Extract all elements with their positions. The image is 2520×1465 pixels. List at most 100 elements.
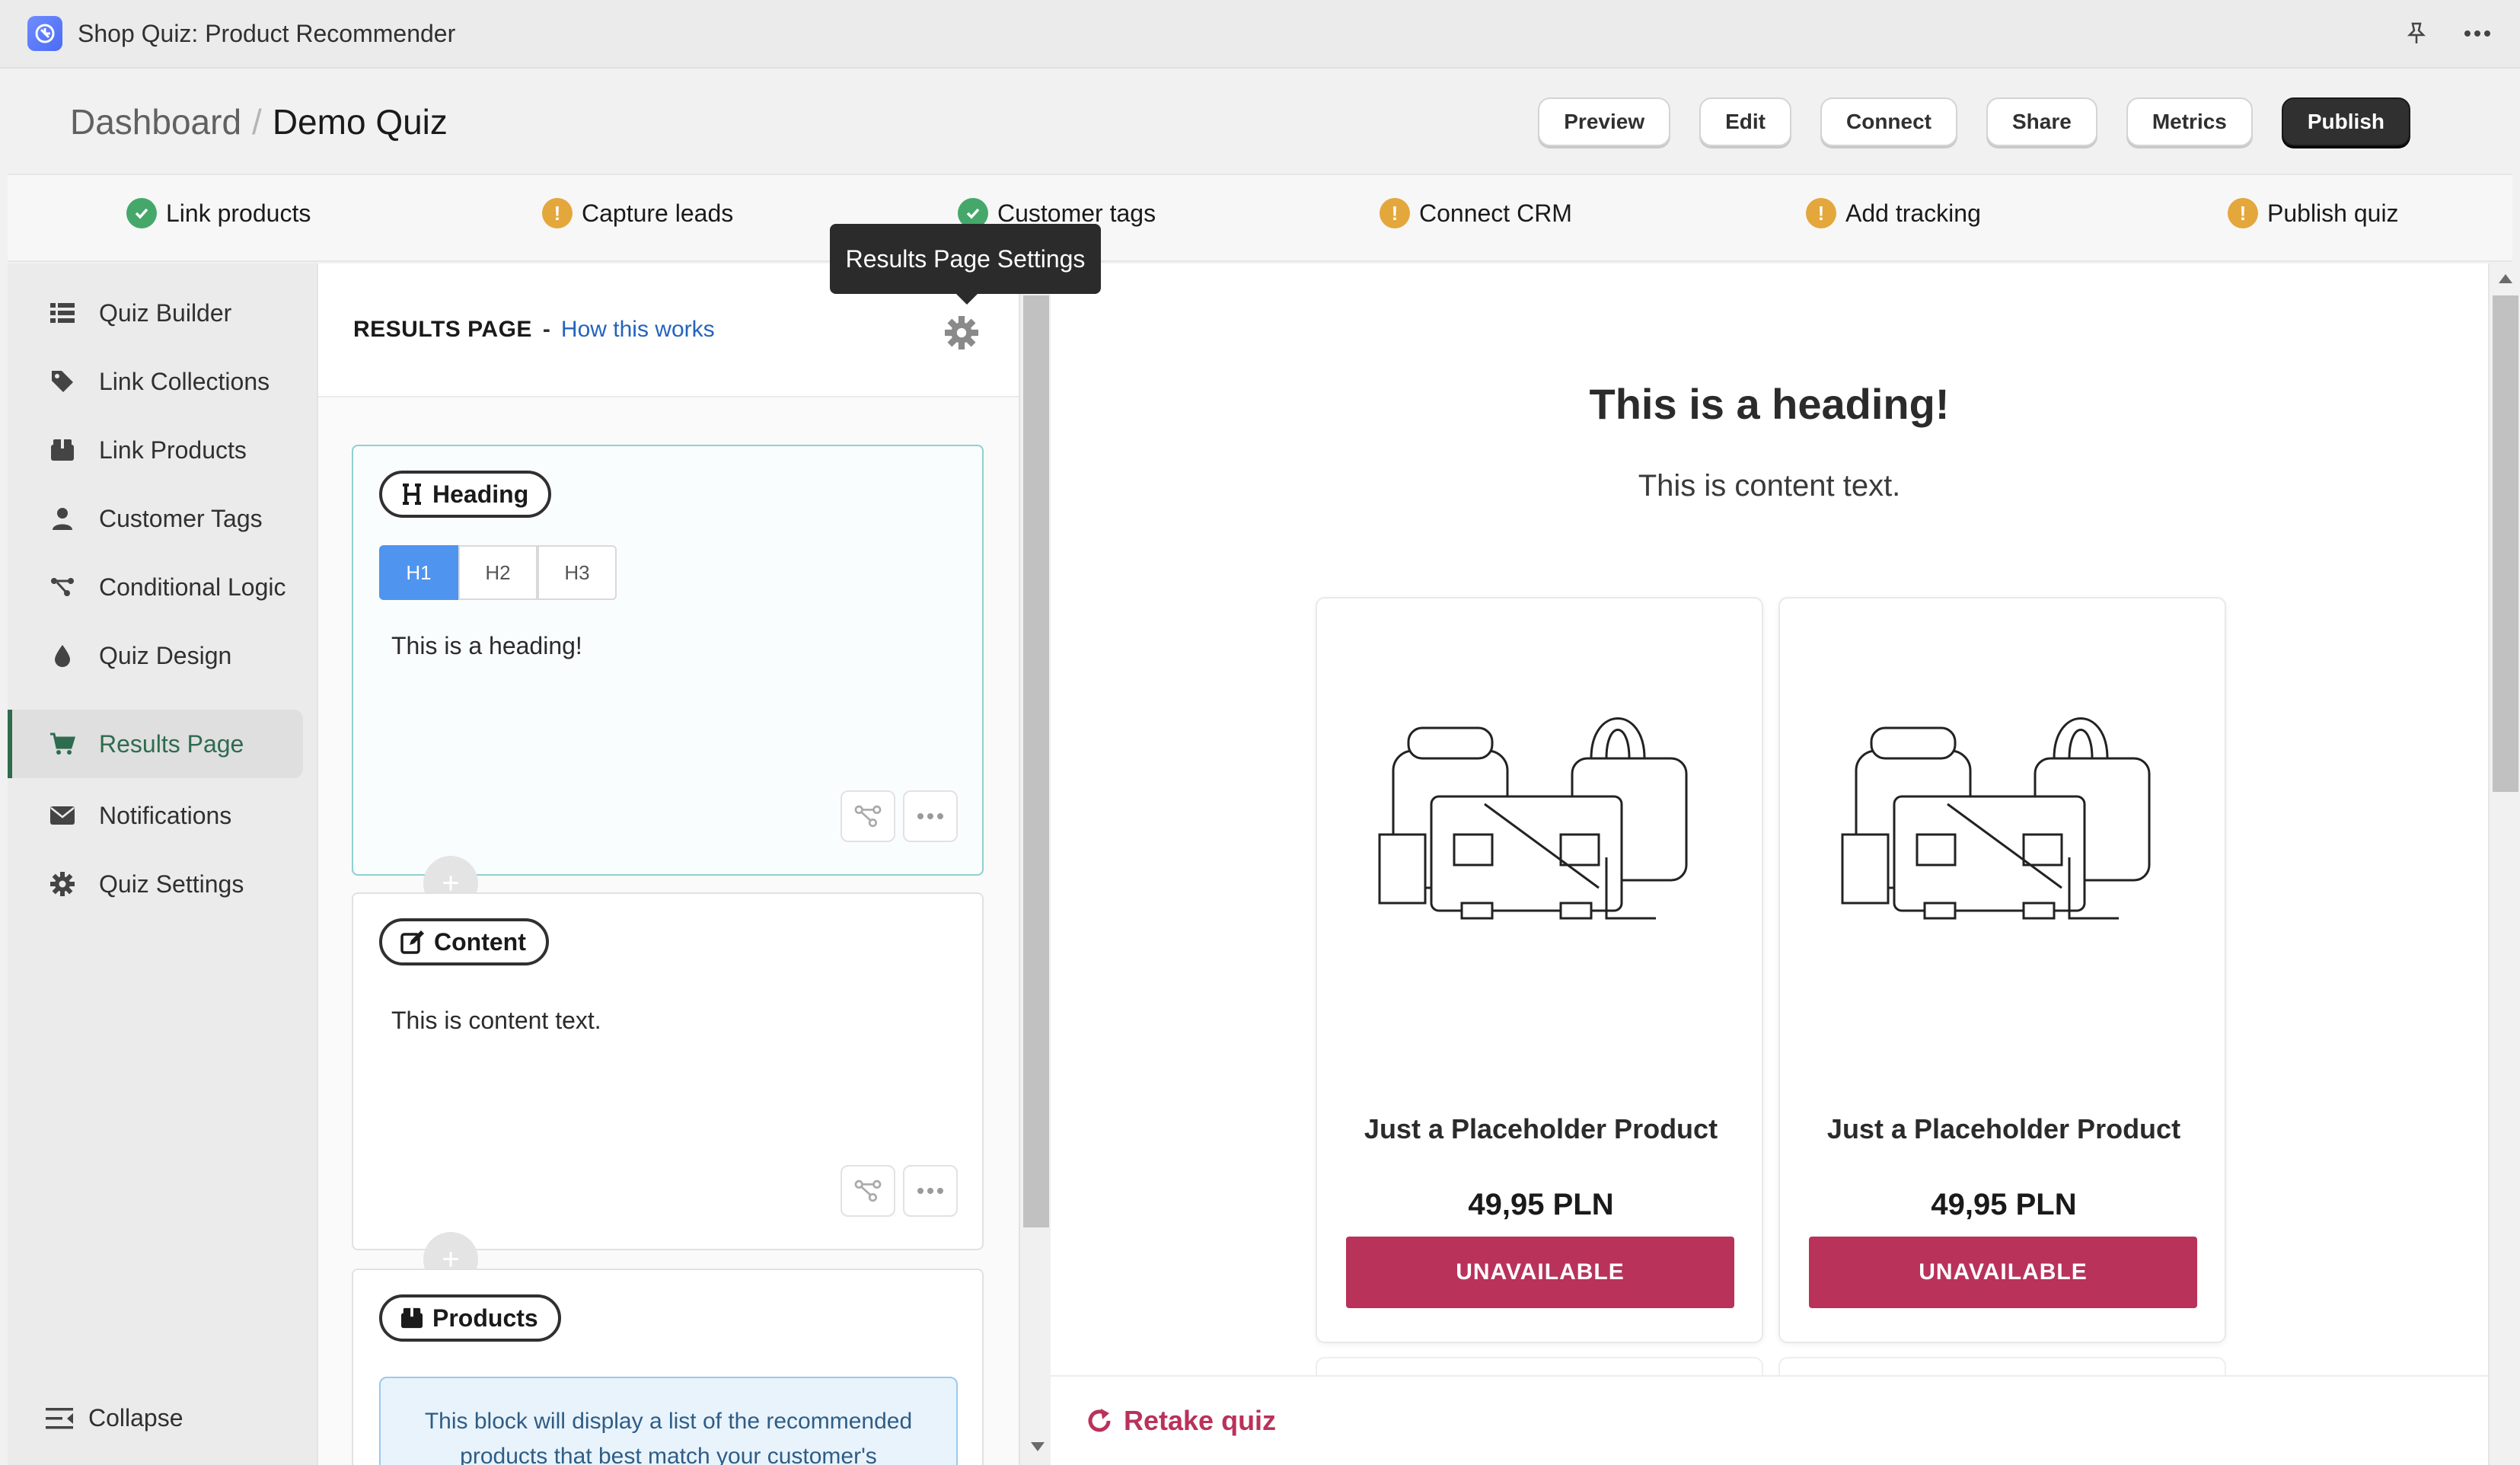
sidebar-item-customer-tags[interactable]: Customer Tags bbox=[8, 484, 303, 553]
product-name: Just a Placeholder Product bbox=[1826, 1113, 2181, 1144]
unavailable-button[interactable]: UNAVAILABLE bbox=[1809, 1237, 2197, 1308]
heading-text-input[interactable]: This is a heading! bbox=[391, 632, 582, 660]
branch-icon bbox=[47, 572, 78, 602]
sidebar-item-conditional-logic[interactable]: Conditional Logic bbox=[8, 553, 303, 621]
preview-heading: This is a heading! bbox=[1589, 380, 1950, 428]
retake-quiz-button[interactable]: Retake quiz bbox=[1086, 1405, 1276, 1437]
step-publish-quiz[interactable]: ! Publish quiz bbox=[2228, 198, 2399, 228]
check-icon bbox=[126, 198, 157, 228]
product-card[interactable]: Just a Placeholder Product 49,95 PLN UNA… bbox=[1316, 597, 1763, 1343]
app-logo-icon bbox=[27, 16, 62, 51]
sidebar-item-results-page[interactable]: Results Page bbox=[8, 710, 303, 778]
metrics-button[interactable]: Metrics bbox=[2126, 97, 2253, 146]
step-label: Connect CRM bbox=[1419, 199, 1572, 227]
more-dots-icon bbox=[917, 812, 944, 820]
refresh-icon bbox=[1086, 1407, 1113, 1435]
sidebar-item-label: Link Products bbox=[99, 436, 247, 464]
retake-bar: Retake quiz bbox=[1051, 1375, 2488, 1465]
products-block[interactable]: Products This block will display a list … bbox=[352, 1269, 984, 1465]
collapse-label: Collapse bbox=[88, 1404, 183, 1431]
content-block[interactable]: Content This is content text. bbox=[352, 892, 984, 1250]
product-image bbox=[1378, 697, 1698, 941]
product-price: 49,95 PLN bbox=[1931, 1188, 2077, 1221]
envelope-icon bbox=[47, 800, 78, 831]
preview-scrollbar[interactable] bbox=[2488, 263, 2520, 1465]
sidebar-item-quiz-design[interactable]: Quiz Design bbox=[8, 621, 303, 690]
pin-icon[interactable] bbox=[2401, 18, 2432, 49]
tab-h1[interactable]: H1 bbox=[379, 545, 458, 600]
box-icon bbox=[47, 435, 78, 465]
page-title: Demo Quiz bbox=[272, 102, 448, 142]
sidebar-item-notifications[interactable]: Notifications bbox=[8, 781, 303, 850]
heading-logic-button[interactable] bbox=[841, 790, 895, 842]
branch-icon bbox=[853, 805, 882, 828]
page-header: Dashboard / Demo Quiz Preview Edit Conne… bbox=[8, 70, 2512, 174]
step-label: Link products bbox=[166, 199, 311, 227]
content-logic-button[interactable] bbox=[841, 1165, 895, 1217]
editor-title: RESULTS PAGE bbox=[353, 317, 532, 342]
product-price: 49,95 PLN bbox=[1468, 1188, 1614, 1221]
products-block-label: Products bbox=[379, 1294, 561, 1342]
sidebar-item-quiz-builder[interactable]: Quiz Builder bbox=[8, 279, 303, 347]
step-label: Publish quiz bbox=[2267, 199, 2399, 227]
unavailable-button[interactable]: UNAVAILABLE bbox=[1346, 1237, 1734, 1308]
preview-content: This is content text. bbox=[1638, 469, 1901, 503]
heading-more-button[interactable] bbox=[903, 790, 958, 842]
sidebar-item-link-products[interactable]: Link Products bbox=[8, 416, 303, 484]
edit-icon bbox=[400, 930, 425, 954]
scroll-down-arrow-icon[interactable] bbox=[1031, 1442, 1045, 1451]
sidebar-item-label: Notifications bbox=[99, 801, 232, 829]
sidebar-item-label: Quiz Design bbox=[99, 641, 232, 669]
step-capture-leads[interactable]: ! Capture leads bbox=[542, 198, 733, 228]
sidebar: Quiz Builder Link Collections Link Produ… bbox=[8, 263, 317, 1465]
tab-h2[interactable]: H2 bbox=[458, 545, 537, 600]
tab-h3[interactable]: H3 bbox=[537, 545, 617, 600]
breadcrumb-separator: / bbox=[252, 102, 262, 142]
more-dots-icon bbox=[917, 1187, 944, 1195]
sidebar-item-label: Conditional Logic bbox=[99, 573, 286, 601]
box-icon bbox=[400, 1307, 423, 1329]
how-this-works-link[interactable]: How this works bbox=[561, 317, 715, 343]
breadcrumb-dashboard[interactable]: Dashboard bbox=[70, 101, 241, 142]
sidebar-item-quiz-settings[interactable]: Quiz Settings bbox=[8, 850, 303, 918]
warning-icon: ! bbox=[542, 198, 573, 228]
app-bar: Shop Quiz: Product Recommender bbox=[0, 0, 2520, 69]
sidebar-item-link-collections[interactable]: Link Collections bbox=[8, 347, 303, 416]
step-label: Capture leads bbox=[582, 199, 734, 227]
product-card[interactable]: Just a Placeholder Product 49,95 PLN UNA… bbox=[1778, 597, 2226, 1343]
editor-scrollbar[interactable] bbox=[1019, 263, 1051, 1465]
setup-steps: Link products ! Capture leads Customer t… bbox=[8, 174, 2512, 262]
app-title: Shop Quiz: Product Recommender bbox=[78, 19, 456, 47]
more-menu-icon[interactable] bbox=[2462, 18, 2493, 49]
results-preview: This is a heading! This is content text. bbox=[1051, 263, 2488, 1465]
products-info-box: This block will display a list of the re… bbox=[379, 1377, 958, 1465]
connect-button[interactable]: Connect bbox=[1820, 97, 1957, 146]
step-connect-crm[interactable]: ! Connect CRM bbox=[1380, 198, 1572, 228]
header-actions: Preview Edit Connect Share Metrics Publi… bbox=[1538, 97, 2410, 146]
sidebar-item-label: Quiz Builder bbox=[99, 298, 232, 327]
heading-block-label: Heading bbox=[379, 471, 552, 518]
heading-level-tabs: H1 H2 H3 bbox=[379, 545, 617, 600]
scroll-up-arrow-icon[interactable] bbox=[2499, 274, 2512, 283]
user-icon bbox=[47, 503, 78, 534]
product-image bbox=[1841, 697, 2161, 941]
preview-button[interactable]: Preview bbox=[1538, 97, 1671, 146]
publish-button[interactable]: Publish bbox=[2281, 97, 2410, 146]
step-add-tracking[interactable]: ! Add tracking bbox=[1806, 198, 1981, 228]
heading-icon bbox=[400, 483, 423, 506]
share-button[interactable]: Share bbox=[1986, 97, 2097, 146]
cart-icon bbox=[47, 729, 78, 759]
results-settings-gear-icon[interactable] bbox=[941, 312, 982, 353]
preview-scrollbar-thumb[interactable] bbox=[2493, 295, 2518, 792]
heading-block[interactable]: Heading H1 H2 H3 This is a heading! bbox=[352, 445, 984, 876]
content-text-input[interactable]: This is content text. bbox=[391, 1007, 601, 1035]
warning-icon: ! bbox=[1380, 198, 1410, 228]
sidebar-item-label: Results Page bbox=[99, 729, 244, 758]
product-name: Just a Placeholder Product bbox=[1364, 1113, 1718, 1144]
step-link-products[interactable]: Link products bbox=[126, 198, 311, 228]
branch-icon bbox=[853, 1179, 882, 1202]
editor-scrollbar-thumb[interactable] bbox=[1023, 295, 1049, 1227]
edit-button[interactable]: Edit bbox=[1699, 97, 1791, 146]
collapse-button[interactable]: Collapse bbox=[46, 1404, 183, 1432]
content-more-button[interactable] bbox=[903, 1165, 958, 1217]
